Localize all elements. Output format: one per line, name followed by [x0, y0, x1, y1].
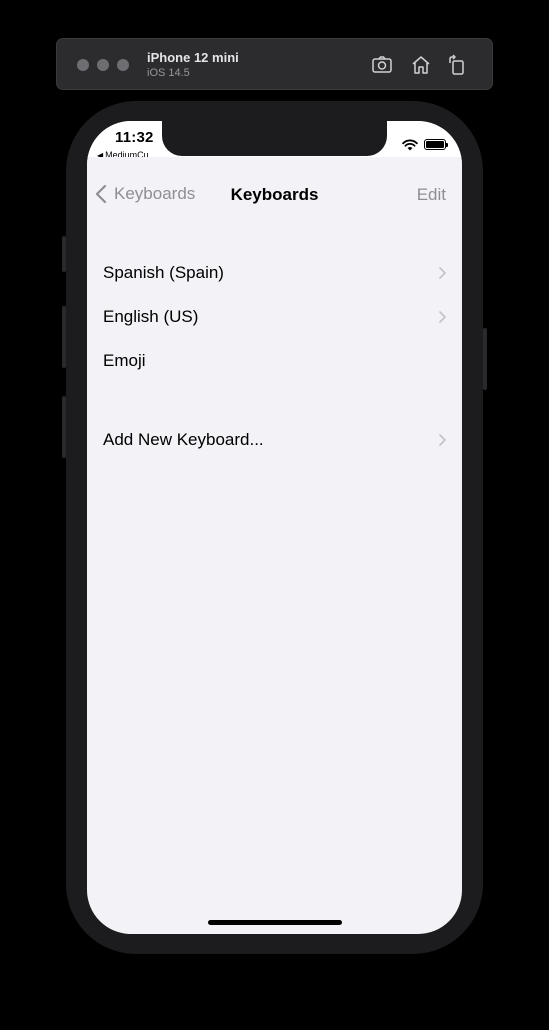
keyboard-row-english[interactable]: English (US) [87, 295, 462, 339]
keyboard-row-label: Spanish (Spain) [103, 263, 224, 282]
mute-switch [62, 236, 66, 272]
add-new-keyboard-label: Add New Keyboard... [103, 430, 264, 449]
power-button [483, 328, 487, 390]
keyboard-row-emoji[interactable]: Emoji [87, 339, 462, 383]
status-time: 11:32 [115, 129, 154, 146]
status-bar: 11:32 ◀ MediumCu... [87, 121, 462, 160]
chevron-right-icon [439, 434, 446, 446]
navigation-bar: Keyboards Keyboards Edit [87, 157, 462, 231]
add-new-keyboard-row[interactable]: Add New Keyboard... [87, 418, 462, 462]
chevron-right-icon [439, 267, 446, 279]
device-name: iPhone 12 mini [147, 50, 239, 65]
simulator-toolbar: iPhone 12 mini iOS 14.5 [56, 38, 493, 90]
keyboard-row-label: Emoji [103, 351, 146, 370]
keyboard-row-label: English (US) [103, 307, 199, 326]
battery-icon [424, 139, 448, 150]
device-screen: 11:32 ◀ MediumCu... Keyboards Keyboards E… [87, 121, 462, 934]
page-title: Keyboards [230, 185, 319, 204]
home-icon[interactable] [410, 54, 432, 76]
os-version: iOS 14.5 [147, 67, 190, 79]
close-window-button[interactable] [77, 59, 89, 71]
wifi-icon [402, 138, 418, 151]
zoom-window-button[interactable] [117, 59, 129, 71]
screenshot-icon[interactable] [371, 54, 393, 76]
volume-down-button [62, 396, 66, 458]
keyboard-row-spanish[interactable]: Spanish (Spain) [87, 251, 462, 295]
edit-button[interactable]: Edit [417, 185, 446, 205]
notch [162, 121, 387, 156]
minimize-window-button[interactable] [97, 59, 109, 71]
home-indicator[interactable] [208, 920, 342, 925]
volume-up-button [62, 306, 66, 368]
rotate-icon[interactable] [446, 54, 468, 76]
chevron-right-icon [439, 311, 446, 323]
